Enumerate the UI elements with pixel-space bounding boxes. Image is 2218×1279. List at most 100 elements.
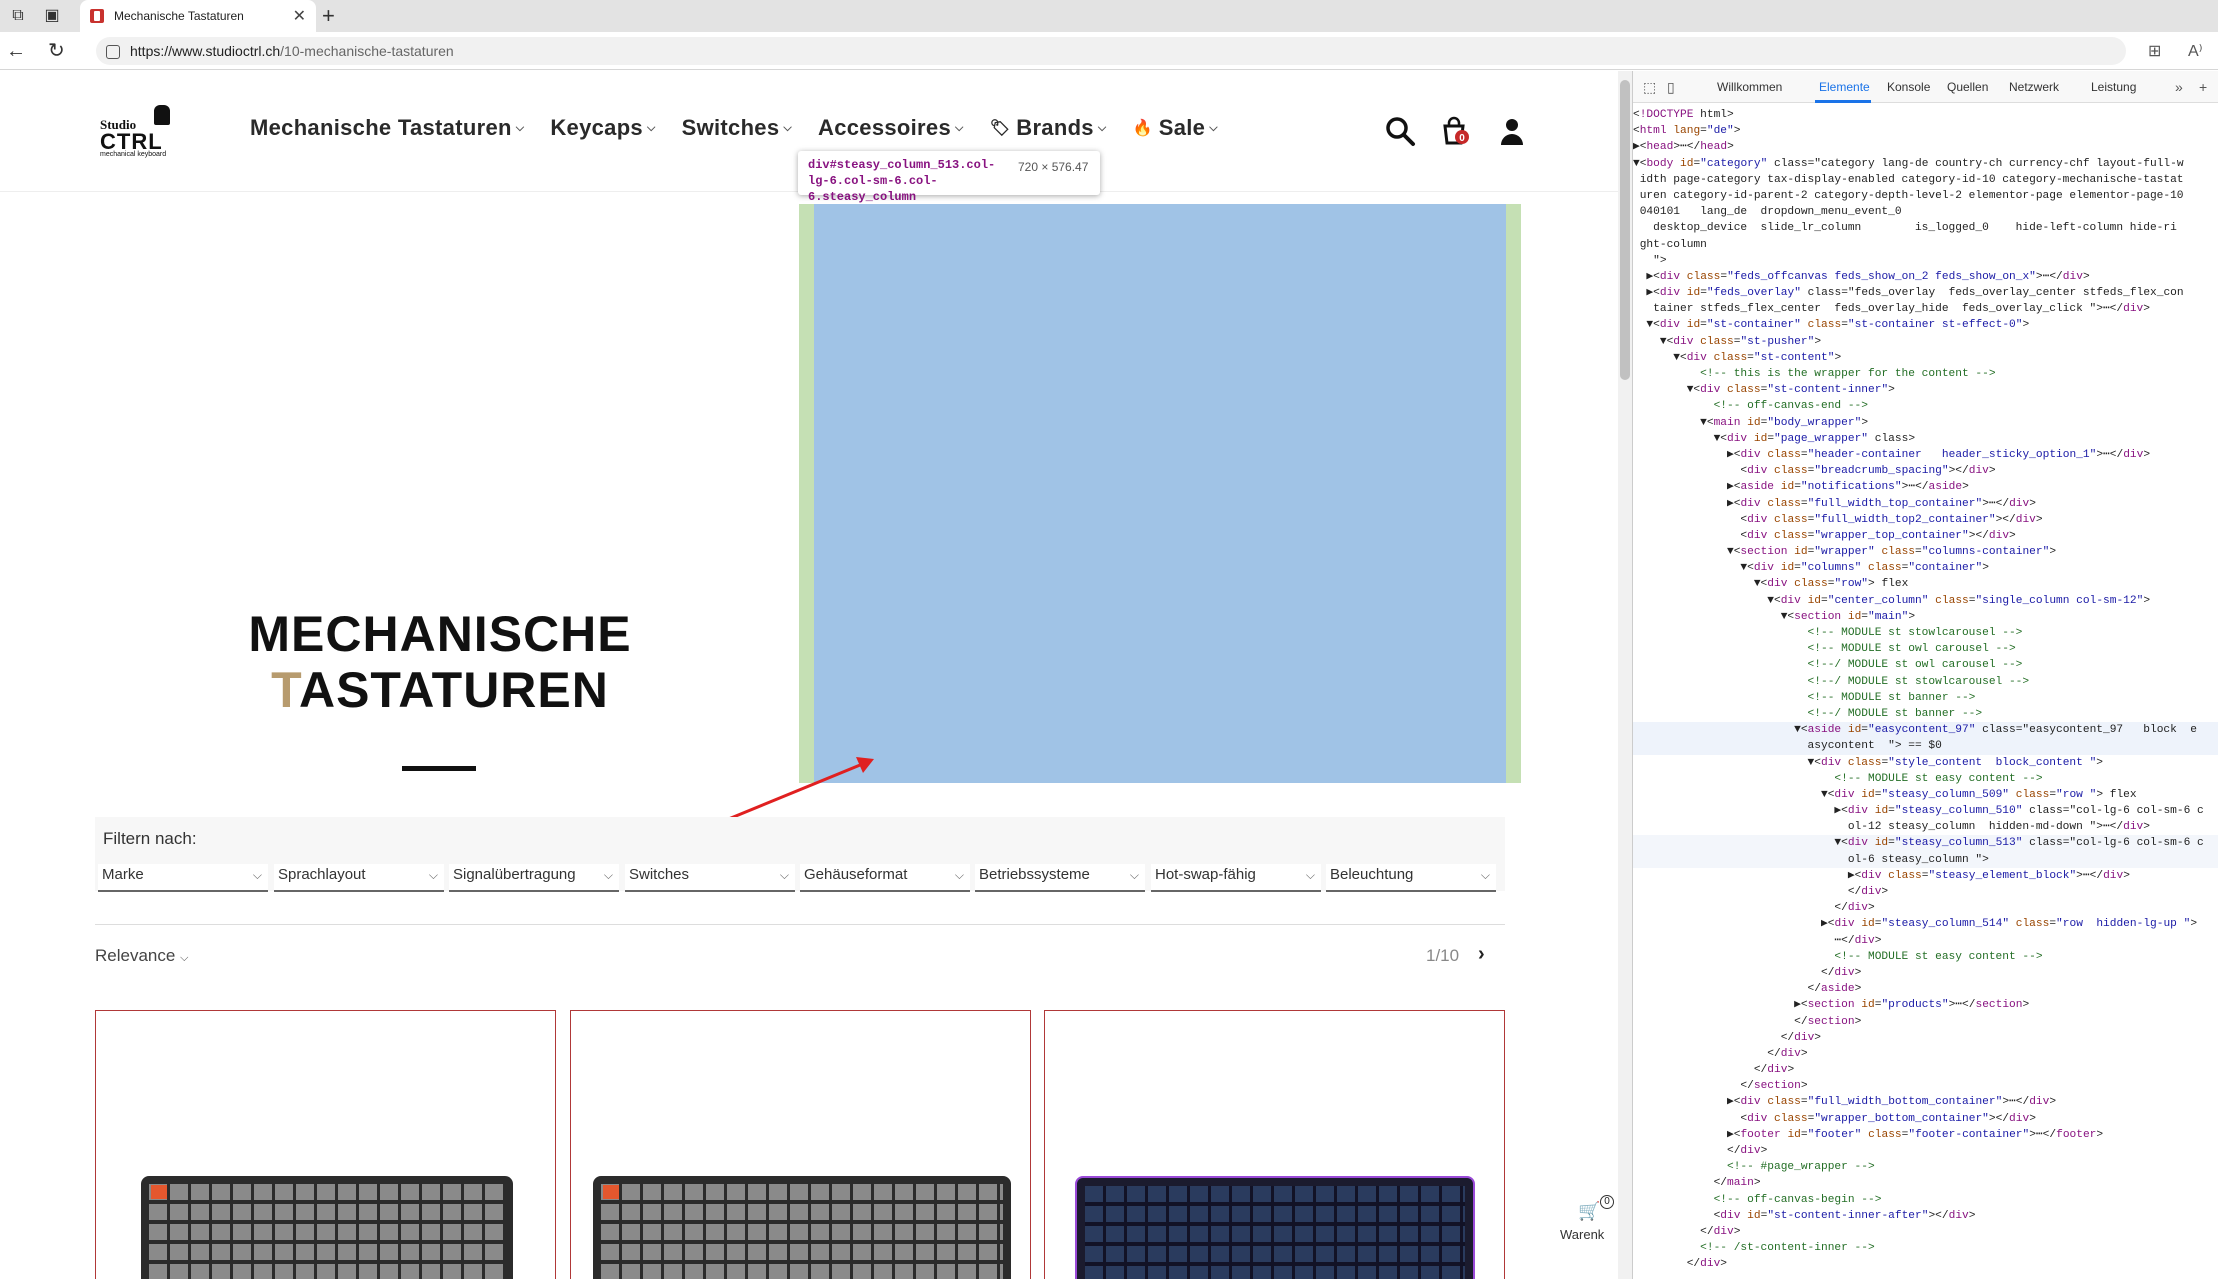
filter-dropdown[interactable]: Beleuchtung ⌵ bbox=[1326, 864, 1496, 892]
device-emulation-icon[interactable]: ▯ bbox=[1667, 79, 1675, 96]
dom-line[interactable]: ▶<div class="header-container header_sti… bbox=[1633, 447, 2218, 463]
dom-line[interactable]: <div class="wrapper_bottom_container"></… bbox=[1633, 1111, 2218, 1127]
dom-line[interactable]: <!-- MODULE st stowlcarousel --> bbox=[1633, 625, 2218, 641]
search-icon[interactable] bbox=[1384, 115, 1416, 147]
user-account-icon[interactable] bbox=[1496, 115, 1528, 147]
dom-line[interactable]: <html lang="de"> bbox=[1633, 123, 2218, 139]
dom-line[interactable]: </div> bbox=[1633, 900, 2218, 916]
filter-dropdown[interactable]: Marke ⌵ bbox=[98, 864, 268, 892]
devtools-tab-elemente[interactable]: Elemente bbox=[1819, 80, 1870, 94]
dom-line[interactable]: ▼<div class="row"> flex bbox=[1633, 576, 2218, 592]
product-card[interactable] bbox=[95, 1010, 556, 1279]
dom-line[interactable]: </section> bbox=[1633, 1078, 2218, 1094]
reload-icon[interactable]: ↻ bbox=[48, 40, 65, 62]
nav-item-sale[interactable]: 🔥 Sale ⌵ bbox=[1133, 115, 1218, 141]
filter-dropdown[interactable]: Hot-swap-fähig ⌵ bbox=[1151, 864, 1321, 892]
side-cart-widget[interactable]: 🛒 0 Warenk bbox=[1558, 1191, 1618, 1279]
dom-line[interactable]: </div> bbox=[1633, 965, 2218, 981]
dom-line[interactable]: asycontent "> == $0 bbox=[1633, 738, 2218, 755]
dom-line[interactable]: ▼<div class="st-pusher"> bbox=[1633, 334, 2218, 350]
dom-line[interactable]: tainer stfeds_flex_center feds_overlay_h… bbox=[1633, 301, 2218, 317]
dom-line[interactable]: </div> bbox=[1633, 1030, 2218, 1046]
dom-line[interactable]: <!-- MODULE st owl carousel --> bbox=[1633, 641, 2218, 657]
nav-item-brands[interactable]: 🏷 Brands ⌵ bbox=[990, 115, 1107, 141]
dom-line[interactable]: ▼<div id="page_wrapper" class> bbox=[1633, 431, 2218, 447]
dom-line[interactable]: </div> bbox=[1633, 1143, 2218, 1159]
devtools-tab-konsole[interactable]: Konsole bbox=[1887, 80, 1930, 94]
devtools-tab-netzwerk[interactable]: Netzwerk bbox=[2009, 80, 2059, 94]
dom-line[interactable]: ▼<div id="st-container" class="st-contai… bbox=[1633, 317, 2218, 333]
dom-line[interactable]: ▼<section id="main"> bbox=[1633, 609, 2218, 625]
dom-line[interactable]: ▼<div id="steasy_column_513" class="col-… bbox=[1633, 835, 2218, 852]
dom-line[interactable]: </aside> bbox=[1633, 981, 2218, 997]
dom-line[interactable]: ▼<main id="body_wrapper"> bbox=[1633, 415, 2218, 431]
devtools-tab-willkommen[interactable]: Willkommen bbox=[1717, 80, 1782, 94]
dom-line[interactable]: idth page-category tax-display-enabled c… bbox=[1633, 172, 2218, 188]
dom-line[interactable]: ▶<div id="feds_overlay" class="feds_over… bbox=[1633, 285, 2218, 301]
dom-line[interactable]: ▼<aside id="easycontent_97" class="easyc… bbox=[1633, 722, 2218, 739]
dom-line[interactable]: <!--/ MODULE st stowlcarousel --> bbox=[1633, 674, 2218, 690]
dom-line[interactable]: <!-- MODULE st easy content --> bbox=[1633, 771, 2218, 787]
dom-line[interactable]: </div> bbox=[1633, 1062, 2218, 1078]
inspect-element-icon[interactable]: ⬚ bbox=[1643, 79, 1656, 96]
dom-line[interactable]: 040101 lang_de dropdown_menu_event_0 bbox=[1633, 204, 2218, 220]
dom-line[interactable]: </div> bbox=[1633, 1046, 2218, 1062]
more-tabs-chevron-icon[interactable]: » bbox=[2175, 79, 2183, 95]
dom-line[interactable]: ght-column bbox=[1633, 237, 2218, 253]
dom-line[interactable]: <div class="wrapper_top_container"></div… bbox=[1633, 528, 2218, 544]
dom-line[interactable]: <!-- #page_wrapper --> bbox=[1633, 1159, 2218, 1175]
page-scrollbar-thumb[interactable] bbox=[1620, 80, 1630, 380]
product-card[interactable] bbox=[1044, 1010, 1505, 1279]
dom-line[interactable]: ▶<section id="products">⋯</section> bbox=[1633, 997, 2218, 1013]
dom-line[interactable]: </section> bbox=[1633, 1014, 2218, 1030]
close-tab-icon[interactable]: ✕ bbox=[293, 6, 306, 26]
dom-line[interactable]: <!--/ MODULE st owl carousel --> bbox=[1633, 657, 2218, 673]
dom-line[interactable]: </div> bbox=[1633, 1224, 2218, 1240]
dom-line[interactable]: ol-12 steasy_column hidden-md-down ">⋯</… bbox=[1633, 819, 2218, 835]
dom-line[interactable]: ▼<div class="st-content-inner"> bbox=[1633, 382, 2218, 398]
dom-line[interactable]: ▼<div class="style_content block_content… bbox=[1633, 755, 2218, 771]
nav-item-accessoires[interactable]: Accessoires ⌵ bbox=[818, 115, 964, 141]
vertical-tabs-icon[interactable]: ▣ bbox=[42, 6, 62, 26]
dom-line[interactable]: ▼<div id="center_column" class="single_c… bbox=[1633, 593, 2218, 609]
dom-line[interactable]: <!-- /st-content-inner --> bbox=[1633, 1240, 2218, 1256]
dom-line[interactable]: </div> bbox=[1633, 884, 2218, 900]
url-field[interactable]: https://www.studioctrl.ch/10-mechanische… bbox=[96, 37, 2126, 65]
dom-line[interactable]: <!-- this is the wrapper for the content… bbox=[1633, 366, 2218, 382]
dom-tree[interactable]: <!DOCTYPE html> <html lang="de"> ▶<head>⋯<… bbox=[1633, 107, 2218, 1273]
sort-dropdown[interactable]: Relevance ⌵ bbox=[95, 946, 188, 966]
dom-line[interactable]: "> bbox=[1633, 253, 2218, 269]
dom-line[interactable]: ▶<div class="feds_offcanvas feds_show_on… bbox=[1633, 269, 2218, 285]
dom-line[interactable]: <!-- off-canvas-end --> bbox=[1633, 398, 2218, 414]
dom-line[interactable]: <!--/ MODULE st banner --> bbox=[1633, 706, 2218, 722]
back-arrow-icon[interactable]: ← bbox=[6, 40, 26, 62]
dom-line[interactable]: <!-- MODULE st easy content --> bbox=[1633, 949, 2218, 965]
dom-line[interactable]: ▶<div class="full_width_top_container">⋯… bbox=[1633, 496, 2218, 512]
dom-line[interactable]: ⋯</div> bbox=[1633, 933, 2218, 949]
dom-line[interactable]: ol-6 steasy_column "> bbox=[1633, 851, 2218, 868]
next-page-chevron-icon[interactable]: › bbox=[1478, 943, 1485, 966]
workspaces-icon[interactable]: ⧉ bbox=[8, 6, 28, 26]
dom-line[interactable]: ▼<div id="steasy_column_509" class="row … bbox=[1633, 787, 2218, 803]
new-tab-icon[interactable]: + bbox=[322, 3, 335, 29]
filter-dropdown[interactable]: Signalübertragung ⌵ bbox=[449, 864, 619, 892]
cart-icon[interactable]: 0 bbox=[1440, 115, 1472, 147]
add-tab-icon[interactable]: + bbox=[2199, 79, 2207, 95]
nav-item-mechanische-tastaturen[interactable]: Mechanische Tastaturen ⌵ bbox=[250, 115, 524, 141]
dom-line[interactable]: ▼<div id="columns" class="container"> bbox=[1633, 560, 2218, 576]
dom-line[interactable]: ▶<footer id="footer" class="footer-conta… bbox=[1633, 1127, 2218, 1143]
devtools-tab-leistung[interactable]: Leistung bbox=[2091, 80, 2136, 94]
dom-line[interactable]: ▼<div class="st-content"> bbox=[1633, 350, 2218, 366]
dom-line[interactable]: <!DOCTYPE html> bbox=[1633, 107, 2218, 123]
nav-item-keycaps[interactable]: Keycaps ⌵ bbox=[550, 115, 655, 141]
dom-line[interactable]: </main> bbox=[1633, 1175, 2218, 1191]
browser-tab-active[interactable]: Mechanische Tastaturen ✕ bbox=[80, 0, 316, 32]
site-logo[interactable]: Studio CTRL mechanical keyboard bbox=[98, 105, 194, 158]
filter-dropdown[interactable]: Switches ⌵ bbox=[625, 864, 795, 892]
dom-line[interactable]: ▶<div id="steasy_column_514" class="row … bbox=[1633, 916, 2218, 932]
filter-dropdown[interactable]: Sprachlayout ⌵ bbox=[274, 864, 444, 892]
dom-line[interactable]: <div class="full_width_top2_container"><… bbox=[1633, 512, 2218, 528]
dom-line[interactable]: ▶<div id="steasy_column_510" class="col-… bbox=[1633, 803, 2218, 819]
devtools-tab-quellen[interactable]: Quellen bbox=[1947, 80, 1988, 94]
nav-item-switches[interactable]: Switches ⌵ bbox=[682, 115, 792, 141]
